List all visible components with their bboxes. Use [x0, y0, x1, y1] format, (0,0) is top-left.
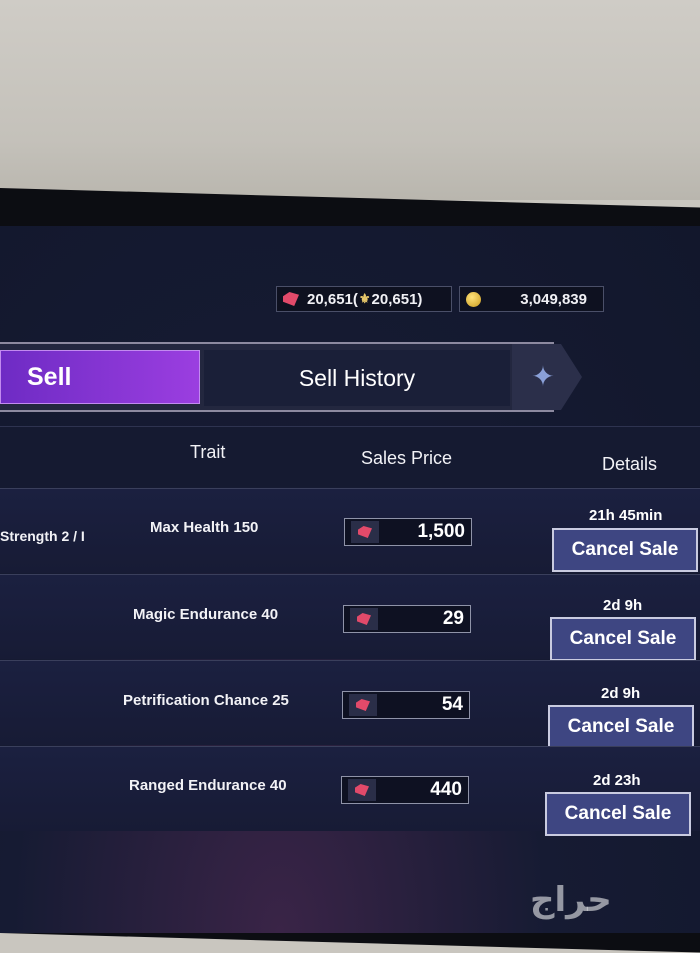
price-field: 54 — [342, 691, 470, 719]
price-value: 440 — [430, 779, 462, 800]
price-field: 29 — [343, 605, 471, 633]
column-trait: Trait — [190, 442, 226, 462]
time-remaining: 21h 45min — [589, 507, 663, 524]
shield-icon: ⚜ — [358, 291, 371, 306]
site-watermark: حراج — [530, 880, 612, 920]
diamond-icon — [283, 292, 299, 306]
column-sales-price: Sales Price — [361, 448, 453, 468]
diamond-icon — [358, 526, 372, 538]
cancel-sale-button[interactable]: Cancel Sale — [548, 705, 694, 749]
room-wall — [0, 0, 700, 200]
item-name: Strength 2 / I — [0, 528, 85, 544]
cancel-sale-button[interactable]: Cancel Sale — [545, 792, 691, 836]
diamond-icon — [355, 784, 369, 796]
bound-diamond-amount: 20,651) — [371, 290, 423, 308]
gold-balance: 3,049,839 — [459, 286, 604, 312]
tab-sell-history[interactable]: Sell History — [204, 350, 510, 406]
table-header — [0, 426, 700, 487]
gold-amount: 3,049,839 — [520, 290, 587, 308]
tab-sell[interactable]: Sell — [0, 350, 200, 404]
diamond-balance: 20,651( ⚜ 20,651) — [276, 286, 452, 312]
time-remaining: 2d 9h — [603, 597, 643, 614]
diamond-icon — [356, 699, 370, 711]
gold-coin-icon — [466, 291, 481, 307]
star-emblem-icon: ✦ — [531, 361, 555, 392]
cancel-sale-button[interactable]: Cancel Sale — [550, 617, 696, 661]
game-screen: 20,651( ⚜ 20,651) 3,049,839 Sell Sell Hi… — [0, 226, 700, 933]
price-value: 54 — [441, 694, 463, 715]
item-trait: Ranged Endurance 40 — [129, 777, 287, 794]
item-trait: Petrification Chance 25 — [123, 692, 289, 709]
diamond-amount: 20,651( — [307, 290, 358, 308]
price-field: 1,500 — [344, 518, 472, 546]
time-remaining: 2d 9h — [601, 685, 641, 702]
price-value: 29 — [442, 608, 464, 629]
item-trait: Magic Endurance 40 — [133, 606, 279, 623]
cancel-sale-button[interactable]: Cancel Sale — [552, 528, 698, 572]
time-remaining: 2d 23h — [593, 772, 641, 789]
item-trait: Max Health 150 — [150, 519, 259, 536]
diamond-icon — [357, 613, 371, 625]
column-details: Details — [602, 454, 658, 474]
price-value: 1,500 — [417, 521, 465, 542]
price-field: 440 — [341, 776, 469, 804]
